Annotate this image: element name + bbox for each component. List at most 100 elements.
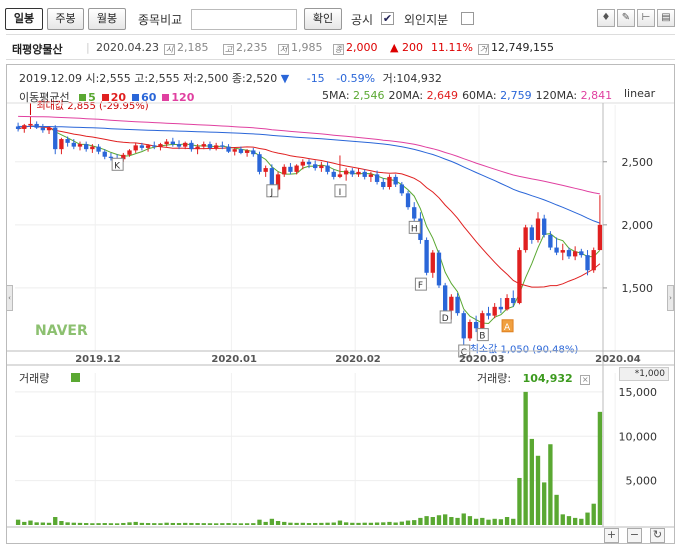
candle-body bbox=[46, 127, 52, 131]
volume-bar bbox=[572, 517, 578, 525]
candle-body bbox=[195, 146, 200, 150]
candle-body bbox=[331, 171, 336, 177]
volume-close-icon[interactable]: × bbox=[580, 375, 591, 385]
zoom-in-button[interactable]: + bbox=[604, 528, 619, 543]
price-tick-label: 2,500 bbox=[622, 156, 654, 169]
volume-bar bbox=[313, 522, 318, 525]
volume-bar bbox=[548, 444, 553, 525]
candle-body bbox=[368, 174, 374, 177]
candle-body bbox=[170, 141, 175, 145]
tab-weekly[interactable]: 주봉 bbox=[47, 8, 84, 30]
volume-bar bbox=[189, 522, 194, 525]
candle-body bbox=[189, 142, 194, 150]
compare-input[interactable] bbox=[191, 9, 297, 30]
volume-bar bbox=[114, 523, 120, 525]
price-chart[interactable]: 최대값 2,855 (-29.95%)최소값 1,050 (90.48%)KJ I… bbox=[7, 65, 674, 543]
candle-body bbox=[325, 165, 330, 172]
candle-body bbox=[405, 193, 411, 208]
volume-bar bbox=[350, 522, 355, 525]
volume-bar bbox=[480, 517, 485, 525]
volume-bar bbox=[381, 522, 386, 525]
candle-body bbox=[96, 146, 101, 152]
candle-body bbox=[15, 126, 21, 129]
volume-tick-label: 15,000 bbox=[619, 386, 658, 399]
candle-body bbox=[554, 247, 559, 253]
volume-bar bbox=[15, 519, 21, 525]
candle-body bbox=[213, 145, 219, 148]
date-tick-label: 2020.03 bbox=[459, 354, 505, 365]
volume-bar bbox=[300, 522, 305, 525]
volume-bar bbox=[220, 523, 225, 525]
candle-body bbox=[71, 142, 76, 147]
volume-bar bbox=[226, 523, 231, 525]
confirm-button[interactable]: 확인 bbox=[304, 8, 342, 30]
crosshair-icon[interactable]: ⊢ bbox=[637, 9, 655, 27]
draw-line-icon[interactable]: ✎ bbox=[617, 9, 635, 27]
volume-bar bbox=[387, 521, 392, 525]
volume-bar bbox=[102, 523, 107, 525]
volume-bar bbox=[46, 522, 52, 525]
volume-bar bbox=[65, 522, 70, 525]
event-marker-label: A bbox=[504, 323, 511, 333]
candle-body bbox=[84, 144, 89, 150]
candle-body bbox=[102, 151, 107, 157]
chart-panel[interactable]: 2019.12.09 시:2,555 고:2,555 저:2,500 종:2,5… bbox=[6, 64, 675, 544]
volume-bar bbox=[139, 522, 145, 525]
candle-body bbox=[28, 123, 33, 126]
candle-body bbox=[356, 171, 361, 175]
price-tick-label: 2,000 bbox=[622, 219, 654, 232]
volume-bar bbox=[133, 521, 138, 525]
volume-bar bbox=[566, 516, 572, 525]
candle-body bbox=[492, 306, 497, 316]
volume-bar bbox=[356, 522, 361, 525]
tooltip-icon[interactable]: ♦ bbox=[597, 9, 615, 27]
candle-body bbox=[226, 146, 231, 152]
volume-bar bbox=[405, 520, 411, 525]
candle-body bbox=[238, 149, 244, 153]
volume-bar bbox=[368, 522, 374, 525]
date-tick-label: 2019.12 bbox=[75, 354, 121, 365]
candle-body bbox=[244, 150, 250, 153]
candle-body bbox=[461, 313, 466, 339]
scroll-left-handle[interactable]: ‹ bbox=[6, 285, 13, 311]
volume-bar bbox=[232, 523, 237, 525]
volume-bar bbox=[517, 477, 522, 525]
compare-label: 종목비교 bbox=[138, 13, 183, 27]
candle-body bbox=[294, 165, 299, 172]
candle-body bbox=[59, 139, 64, 150]
volume-bar bbox=[294, 522, 299, 525]
event-marker-label: F bbox=[418, 281, 423, 291]
price-change: ▲ 200 bbox=[390, 41, 423, 54]
tab-daily[interactable]: 일봉 bbox=[5, 8, 43, 30]
candle-body bbox=[504, 298, 510, 310]
candle-body bbox=[498, 306, 504, 310]
volume-unit: *1,000 bbox=[619, 367, 669, 381]
volume-bar bbox=[374, 522, 380, 525]
candle-body bbox=[511, 298, 516, 304]
print-icon[interactable]: ▤ bbox=[657, 9, 675, 27]
disclosure-checkbox[interactable]: ✔ bbox=[381, 12, 394, 25]
volume-bar bbox=[504, 517, 510, 525]
separator: | bbox=[86, 41, 90, 54]
volume-bar bbox=[554, 494, 559, 525]
event-marker-label: J bbox=[270, 188, 274, 198]
event-marker-label: D bbox=[442, 314, 449, 324]
candle-body bbox=[257, 154, 262, 172]
scroll-right-handle[interactable]: › bbox=[667, 285, 674, 311]
candle-body bbox=[139, 145, 145, 148]
volume-bar bbox=[412, 520, 417, 525]
volume-bar bbox=[282, 521, 287, 525]
volume-bar bbox=[238, 523, 244, 525]
volume-bar bbox=[152, 523, 157, 525]
low-price: 저 1,985 bbox=[278, 41, 323, 55]
candle-body bbox=[201, 144, 206, 147]
event-marker-label: B bbox=[479, 332, 485, 342]
candle-body bbox=[542, 218, 547, 235]
zoom-out-button[interactable]: − bbox=[627, 528, 642, 543]
volume-bar bbox=[195, 523, 200, 525]
tab-monthly[interactable]: 월봉 bbox=[88, 8, 126, 30]
candle-body bbox=[443, 285, 448, 311]
foreign-ownership-checkbox[interactable] bbox=[461, 12, 474, 25]
candle-body bbox=[77, 144, 83, 147]
refresh-button[interactable]: ↻ bbox=[650, 528, 665, 543]
